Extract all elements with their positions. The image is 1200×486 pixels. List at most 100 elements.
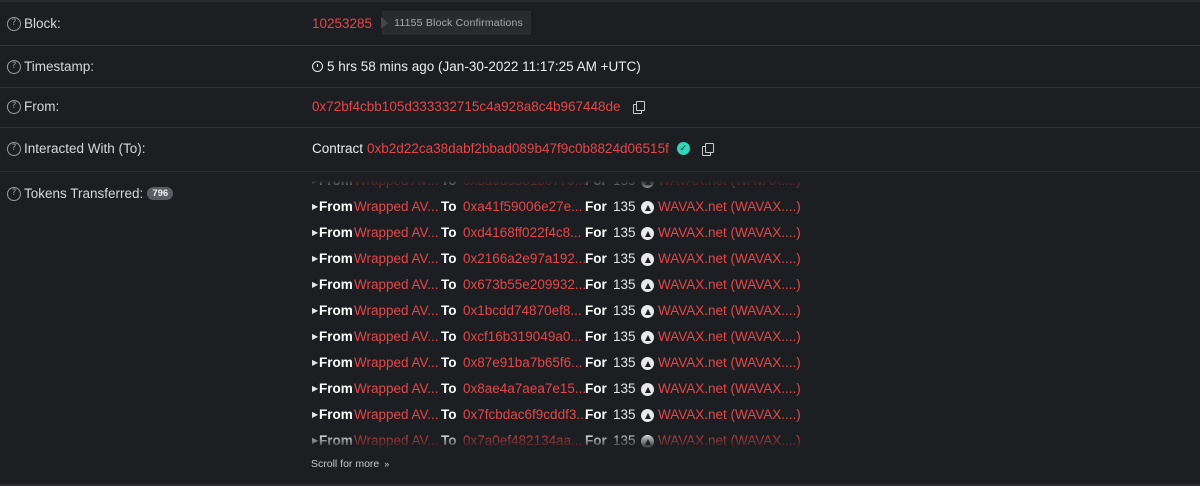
row-divider xyxy=(0,45,1200,46)
from-keyword: From xyxy=(319,277,353,292)
to-keyword: To xyxy=(441,329,457,344)
avax-token-icon xyxy=(641,227,654,240)
contract-prefix: Contract xyxy=(312,141,364,156)
transfer-from-link[interactable]: Wrapped AV... xyxy=(354,251,439,266)
caret-right-icon[interactable]: ▶ xyxy=(312,228,318,237)
avax-token-icon xyxy=(641,279,654,292)
avax-token-icon xyxy=(641,305,654,318)
caret-right-icon[interactable]: ▶ xyxy=(312,358,318,367)
transfer-token-link[interactable]: WAVAX.net (WAVAX....) xyxy=(658,199,801,214)
avax-token-icon xyxy=(641,201,654,214)
transfer-from-link[interactable]: Wrapped AV... xyxy=(354,329,439,344)
transfer-to-link[interactable]: 0x673b55e209932... xyxy=(463,277,586,292)
block-label: Block: xyxy=(24,16,61,31)
to-keyword: To xyxy=(441,407,457,422)
from-label-wrap: ? From: xyxy=(7,99,59,114)
copy-icon[interactable] xyxy=(701,142,714,156)
to-keyword: To xyxy=(441,199,457,214)
clock-icon xyxy=(312,61,323,72)
scroll-for-more[interactable]: Scroll for more » xyxy=(311,458,389,470)
caret-right-icon[interactable]: ▶ xyxy=(312,254,318,263)
transfer-from-link[interactable]: Wrapped AV... xyxy=(354,303,439,318)
question-circle-icon[interactable]: ? xyxy=(7,186,21,201)
from-keyword: From xyxy=(319,199,353,214)
transfer-to-link[interactable]: 0x87e91ba7b65f6... xyxy=(463,355,582,370)
transfer-to-link[interactable]: 0x2166a2e97a192... xyxy=(463,251,586,266)
transfer-from-link[interactable]: Wrapped AV... xyxy=(354,407,439,422)
for-keyword: For xyxy=(585,407,607,422)
to-keyword: To xyxy=(441,277,457,292)
question-circle-icon[interactable]: ? xyxy=(7,99,21,114)
check-circle-icon: ✓ xyxy=(676,142,690,155)
timestamp-label: Timestamp: xyxy=(24,59,95,74)
transfer-token-link[interactable]: WAVAX.net (WAVAX....) xyxy=(658,303,801,318)
token-transfer-row: ▶ From Wrapped AV... To 0xd4168ff022f4c8... F… xyxy=(312,225,912,245)
transfer-token-link[interactable]: WAVAX.net (WAVAX....) xyxy=(658,329,801,344)
transfer-token-link[interactable]: WAVAX.net (WAVAX....) xyxy=(658,355,801,370)
from-address-link[interactable]: 0x72bf4cbb105d333332715c4a928a8c4b967448… xyxy=(312,99,621,114)
caret-right-icon[interactable]: ▶ xyxy=(312,202,318,211)
transfer-amount: 135 xyxy=(613,329,636,344)
transfer-token-link[interactable]: WAVAX.net (WAVAX....) xyxy=(658,381,801,396)
to-keyword: To xyxy=(441,381,457,396)
block-number-link[interactable]: 10253285 xyxy=(312,16,372,31)
copy-icon[interactable] xyxy=(632,100,645,114)
question-circle-icon[interactable]: ? xyxy=(7,16,21,31)
row-divider xyxy=(0,87,1200,88)
transfer-to-link[interactable]: 0x1bcdd74870ef8... xyxy=(463,303,582,318)
transfer-to-link[interactable]: 0xcf16b319049a0... xyxy=(463,329,582,344)
to-keyword: To xyxy=(441,251,457,266)
for-keyword: For xyxy=(585,329,607,344)
token-transfer-row: ▶ From Wrapped AV... To 0x87e91ba7b65f6... Fo… xyxy=(312,355,912,375)
scroll-fade-bottom xyxy=(312,436,912,452)
from-keyword: From xyxy=(319,407,353,422)
avax-token-icon xyxy=(641,409,654,422)
transfer-from-link[interactable]: Wrapped AV... xyxy=(354,199,439,214)
transfer-amount: 135 xyxy=(613,225,636,240)
row-divider xyxy=(0,171,1200,172)
for-keyword: For xyxy=(585,199,607,214)
transfer-to-link[interactable]: 0xa41f59006e27e... xyxy=(463,199,582,214)
for-keyword: For xyxy=(585,355,607,370)
question-circle-icon[interactable]: ? xyxy=(7,141,21,156)
token-transfer-row: ▶ From Wrapped AV... To 0x673b55e209932... Fo… xyxy=(312,277,912,297)
transfer-token-link[interactable]: WAVAX.net (WAVAX....) xyxy=(658,251,801,266)
tokens-label-wrap: ? Tokens Transferred: 796 xyxy=(7,186,174,201)
transfer-from-link[interactable]: Wrapped AV... xyxy=(354,381,439,396)
transfer-from-link[interactable]: Wrapped AV... xyxy=(354,277,439,292)
to-keyword: To xyxy=(441,355,457,370)
transfer-to-link[interactable]: 0x7fcbdac6f9cddf3... xyxy=(463,407,588,422)
transfer-to-link[interactable]: 0x8ae4a7aea7e15... xyxy=(463,381,586,396)
token-transfer-row: ▶ From Wrapped AV... To 0x7fcbdac6f9cddf3...… xyxy=(312,407,912,427)
timestamp-label-wrap: ? Timestamp: xyxy=(7,59,94,74)
avax-token-icon xyxy=(641,383,654,396)
interacted-label: Interacted With (To): xyxy=(24,141,146,156)
transfer-token-link[interactable]: WAVAX.net (WAVAX....) xyxy=(658,225,801,240)
contract-address-link[interactable]: 0xb2d22ca38dabf2bbad089b47f9c0b8824d0651… xyxy=(367,141,669,156)
top-border xyxy=(0,0,1200,2)
question-circle-icon[interactable]: ? xyxy=(7,59,21,74)
avax-token-icon xyxy=(641,253,654,266)
token-transfer-row: ▶ From Wrapped AV... To 0x2166a2e97a192... Fo… xyxy=(312,251,912,271)
for-keyword: For xyxy=(585,277,607,292)
token-transfers-list[interactable]: ▶FromWrapped AV...To0x8a9d5381b0779...Fo… xyxy=(312,178,912,452)
scroll-fade-top xyxy=(312,178,912,190)
transfer-to-link[interactable]: 0xd4168ff022f4c8... xyxy=(463,225,581,240)
caret-right-icon[interactable]: ▶ xyxy=(312,332,318,341)
transfer-amount: 135 xyxy=(613,407,636,422)
transfer-token-link[interactable]: WAVAX.net (WAVAX....) xyxy=(658,277,801,292)
transfer-from-link[interactable]: Wrapped AV... xyxy=(354,225,439,240)
caret-right-icon[interactable]: ▶ xyxy=(312,410,318,419)
interacted-value: Contract 0xb2d22ca38dabf2bbad089b47f9c0b… xyxy=(312,141,714,156)
transfer-from-link[interactable]: Wrapped AV... xyxy=(354,355,439,370)
for-keyword: For xyxy=(585,303,607,318)
transfer-token-link[interactable]: WAVAX.net (WAVAX....) xyxy=(658,407,801,422)
caret-right-icon[interactable]: ▶ xyxy=(312,280,318,289)
token-transfer-row: ▶ From Wrapped AV... To 0x1bcdd74870ef8... Fo… xyxy=(312,303,912,323)
timestamp-value: 5 hrs 58 mins ago (Jan-30-2022 11:17:25 … xyxy=(312,59,641,74)
transaction-details-panel: ? Block: 10253285 11155 Block Confirmati… xyxy=(0,0,1200,486)
transfer-amount: 135 xyxy=(613,355,636,370)
caret-right-icon[interactable]: ▶ xyxy=(312,306,318,315)
caret-right-icon[interactable]: ▶ xyxy=(312,384,318,393)
from-keyword: From xyxy=(319,225,353,240)
